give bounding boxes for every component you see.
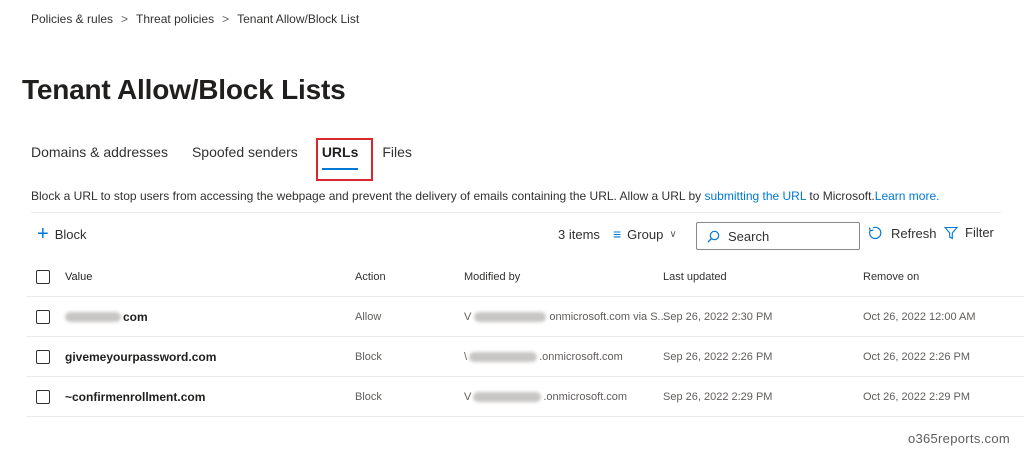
group-list-icon: ≡ — [613, 226, 622, 242]
row-modified-by: Vonmicrosoft.com via S... — [464, 310, 667, 323]
watermark: o365reports.com — [907, 431, 1010, 446]
row-value: givemeyourpassword.com — [65, 349, 217, 364]
tab-bar: Domains & addresses Spoofed senders URLs… — [31, 144, 436, 170]
table-header-row: Value Action Modified by Last updated Re… — [26, 258, 1024, 297]
row-modified-by: V .onmicrosoft.com — [464, 390, 628, 403]
filter-button[interactable]: Filter — [944, 225, 994, 240]
row-checkbox[interactable] — [36, 349, 50, 364]
row-remove-on: Oct 26, 2022 2:29 PM — [863, 390, 971, 403]
refresh-button-label: Refresh — [891, 225, 937, 241]
row-remove-on: Oct 26, 2022 2:26 PM — [863, 350, 971, 363]
tab-urls[interactable]: URLs — [321, 144, 358, 170]
table-row[interactable]: com Allow Vonmicrosoft.com via S... Sep … — [26, 297, 1024, 337]
filter-button-label: Filter — [965, 225, 994, 240]
group-button[interactable]: ≡ Group ∨ — [613, 226, 677, 242]
item-count: 3 items — [558, 227, 600, 242]
breadcrumb-separator: > — [222, 12, 230, 26]
row-action: Allow — [355, 310, 382, 323]
column-header-value[interactable]: Value — [65, 271, 92, 283]
row-action: Block — [355, 390, 382, 403]
tab-files[interactable]: Files — [382, 144, 412, 170]
submitting-url-link[interactable]: submitting the URL — [704, 189, 806, 203]
row-last-updated: Sep 26, 2022 2:29 PM — [663, 390, 773, 403]
redacted-text — [469, 351, 538, 362]
plus-icon: + — [37, 223, 49, 245]
chevron-down-icon: ∨ — [669, 228, 677, 240]
block-button-label: Block — [54, 226, 87, 242]
search-icon — [707, 230, 720, 242]
search-input[interactable]: Search — [696, 222, 860, 250]
breadcrumb: Policies & rules > Threat policies > Ten… — [31, 12, 359, 26]
row-last-updated: Sep 26, 2022 2:26 PM — [663, 350, 773, 363]
breadcrumb-item-tenant-allow-block-list: Tenant Allow/Block List — [237, 12, 360, 26]
column-header-last-updated[interactable]: Last updated — [663, 271, 727, 283]
row-remove-on: Oct 26, 2022 12:00 AM — [863, 310, 976, 323]
row-value: com — [65, 310, 148, 324]
divider — [31, 212, 1001, 213]
group-button-label: Group — [627, 226, 664, 242]
table-row[interactable]: givemeyourpassword.com Block \ .onmicroso… — [26, 337, 1024, 377]
breadcrumb-item-policies-rules[interactable]: Policies & rules — [31, 12, 113, 26]
row-checkbox[interactable] — [36, 389, 50, 404]
urls-table: Value Action Modified by Last updated Re… — [26, 258, 1024, 417]
refresh-icon — [868, 226, 882, 240]
filter-icon — [944, 226, 958, 239]
command-bar: + Block 3 items ≡ Group ∨ Search Refresh… — [31, 222, 1001, 250]
search-placeholder: Search — [728, 228, 770, 244]
table-row[interactable]: ~confirmenrollment.com Block V .onmicroso… — [26, 377, 1024, 417]
row-last-updated: Sep 26, 2022 2:30 PM — [663, 310, 773, 323]
tab-domains-addresses[interactable]: Domains & addresses — [31, 144, 168, 170]
redacted-text — [65, 312, 121, 323]
learn-more-link[interactable]: Learn more. — [875, 189, 940, 203]
block-button[interactable]: + Block — [37, 223, 87, 245]
column-header-modified-by[interactable]: Modified by — [464, 271, 520, 283]
description-text: Block a URL to stop users from accessing… — [31, 189, 705, 203]
row-value-text: com — [123, 309, 148, 324]
breadcrumb-separator: > — [121, 12, 129, 26]
redacted-text — [473, 391, 542, 402]
row-action: Block — [355, 350, 382, 363]
row-modified-by-text: .onmicrosoft.com — [543, 390, 628, 403]
row-modified-by-text: onmicrosoft.com via S... — [549, 310, 667, 323]
breadcrumb-item-threat-policies[interactable]: Threat policies — [136, 12, 214, 26]
column-header-action[interactable]: Action — [355, 271, 386, 283]
page-title: Tenant Allow/Block Lists — [22, 74, 346, 105]
redacted-text — [474, 311, 547, 322]
tab-spoofed-senders[interactable]: Spoofed senders — [192, 144, 298, 170]
row-checkbox[interactable] — [36, 309, 50, 324]
row-value: ~confirmenrollment.com — [65, 389, 206, 404]
row-modified-by-text: .onmicrosoft.com — [539, 350, 623, 363]
row-modified-by: \ .onmicrosoft.com — [464, 350, 623, 363]
column-header-remove-on[interactable]: Remove on — [863, 271, 919, 283]
select-all-checkbox[interactable] — [36, 270, 50, 284]
description-middle: to Microsoft. — [806, 189, 875, 203]
tab-description: Block a URL to stop users from accessing… — [31, 189, 939, 203]
refresh-button[interactable]: Refresh — [867, 225, 937, 241]
